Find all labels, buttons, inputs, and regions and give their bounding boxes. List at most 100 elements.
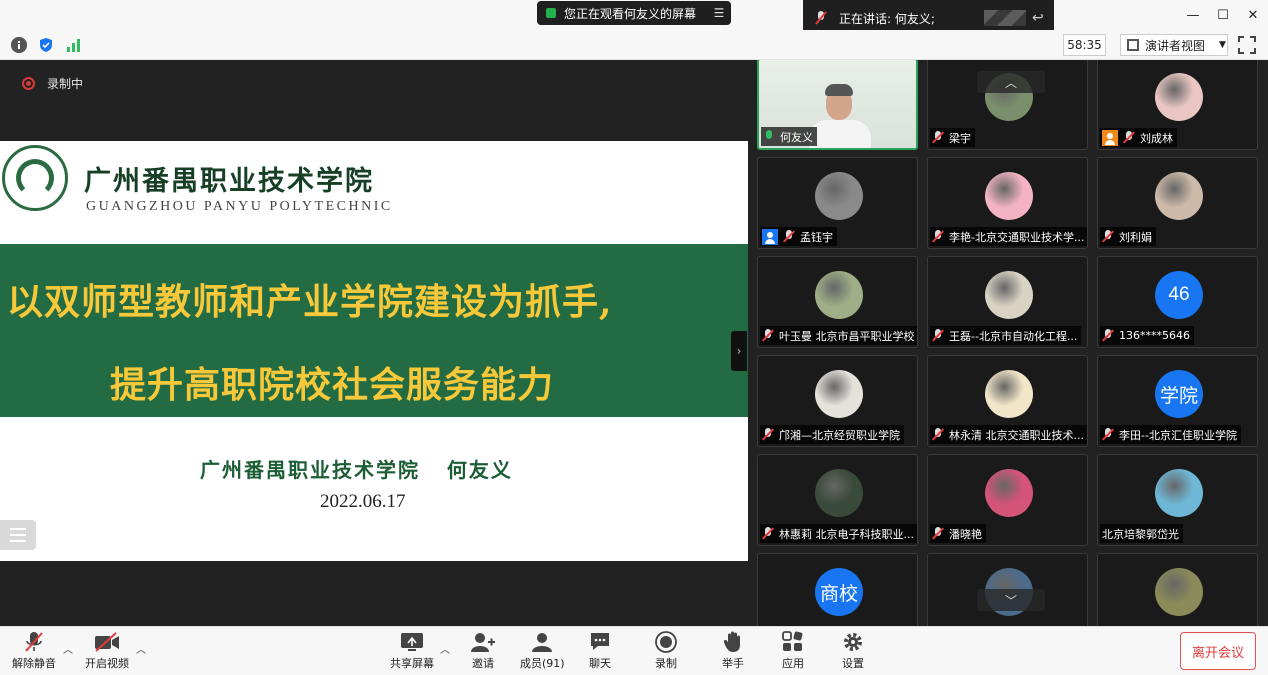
viewing-screen-banner[interactable]: 您正在观看何友义的屏幕 ☰ bbox=[537, 1, 731, 25]
school-name-en: GUANGZHOU PANYU POLYTECHNIC bbox=[86, 199, 393, 214]
mic-off-icon bbox=[24, 629, 44, 655]
participant-tile[interactable]: 北京培黎郭岱光 bbox=[1097, 454, 1258, 546]
apps-icon bbox=[782, 629, 804, 655]
members-button[interactable]: 成员(91) bbox=[520, 629, 565, 671]
participant-tile[interactable]: 叶玉曼 北京市昌平职业学校 bbox=[757, 256, 918, 348]
speaker-view-icon bbox=[1127, 39, 1139, 51]
gallery-scroll-up-icon[interactable]: ︿ bbox=[977, 71, 1045, 93]
mic-off-icon bbox=[932, 428, 944, 441]
participant-namebar: 王磊--北京市自动化工程... bbox=[930, 326, 1082, 345]
fullscreen-icon[interactable] bbox=[1238, 36, 1256, 54]
mic-off-icon bbox=[815, 11, 827, 25]
share-screen-button[interactable]: 共享屏幕 bbox=[390, 629, 434, 671]
participant-name: 孟钰宇 bbox=[800, 230, 833, 244]
mic-off-icon bbox=[932, 527, 944, 540]
participant-tile[interactable]: 商校 bbox=[757, 553, 918, 626]
participant-name: 邝湘—北京经贸职业学院 bbox=[779, 428, 900, 442]
annotation-menu-icon[interactable] bbox=[0, 520, 36, 550]
view-mode-dropdown[interactable]: 演讲者视图 ▼ bbox=[1120, 34, 1228, 56]
raise-hand-button[interactable]: 举手 bbox=[722, 629, 744, 671]
chat-button[interactable]: 聊天 bbox=[589, 629, 611, 671]
participant-name: 刘成林 bbox=[1140, 131, 1173, 145]
mic-off-icon bbox=[1102, 428, 1114, 441]
participant-namebar: 136****5646 bbox=[1100, 326, 1194, 345]
speaker-pattern-icon bbox=[984, 10, 1026, 26]
participant-tile[interactable]: 何友义 bbox=[757, 60, 918, 150]
participant-tile[interactable] bbox=[1097, 553, 1258, 626]
signal-icon[interactable] bbox=[66, 37, 82, 53]
share-indicator-icon bbox=[546, 8, 556, 18]
leave-meeting-button[interactable]: 离开会议 bbox=[1180, 632, 1256, 670]
participant-name: 李田--北京汇佳职业学院 bbox=[1119, 428, 1237, 442]
participant-name: 王磊--北京市自动化工程... bbox=[949, 329, 1078, 343]
mic-off-icon bbox=[762, 428, 774, 441]
participant-namebar: 邝湘—北京经贸职业学院 bbox=[760, 425, 904, 444]
participant-avatar bbox=[1155, 568, 1203, 616]
invite-button[interactable]: 邀请 bbox=[471, 629, 495, 671]
meeting-controls-bar: 解除静音 ︿ 开启视频 ︿ 共享屏幕 ︿ 邀请 成员(91) 聊天 录制 举手 … bbox=[0, 626, 1268, 675]
participant-avatar: 46 bbox=[1155, 271, 1203, 319]
shield-icon[interactable] bbox=[38, 37, 54, 53]
user-icon bbox=[762, 228, 778, 245]
participant-name: 潘晓艳 bbox=[949, 527, 982, 541]
back-arrow-icon[interactable]: ↩ bbox=[1032, 10, 1054, 26]
presentation-slide: 广州番禺职业技术学院 GUANGZHOU PANYU POLYTECHNIC 以… bbox=[0, 141, 748, 561]
close-icon[interactable]: ✕ bbox=[1238, 0, 1268, 30]
chat-label: 聊天 bbox=[589, 657, 611, 670]
video-options-caret-icon[interactable]: ︿ bbox=[136, 641, 146, 656]
participant-avatar bbox=[985, 469, 1033, 517]
start-video-button[interactable]: 开启视频 bbox=[85, 629, 129, 671]
participant-tile[interactable]: 李艳-北京交通职业技术学... bbox=[927, 157, 1088, 249]
mic-off-icon bbox=[1123, 131, 1135, 144]
chat-icon bbox=[589, 629, 611, 655]
participant-namebar: 叶玉曼 北京市昌平职业学校 bbox=[760, 326, 917, 345]
mic-off-icon bbox=[932, 131, 944, 144]
participant-namebar: 刘利娟 bbox=[1100, 227, 1156, 246]
participant-avatar bbox=[815, 469, 863, 517]
slide-headline-line2: 提升高职院校社会服务能力 bbox=[110, 364, 555, 406]
participant-avatar: 商校 bbox=[815, 568, 863, 616]
share-options-caret-icon[interactable]: ︿ bbox=[440, 641, 450, 656]
record-dot-icon bbox=[22, 77, 35, 90]
participant-avatar: 学院 bbox=[1155, 370, 1203, 418]
info-icon[interactable] bbox=[11, 37, 27, 53]
slide-author: 广州番禺职业技术学院 何友义 bbox=[200, 458, 513, 482]
members-label: 成员(91) bbox=[520, 657, 565, 670]
unmute-button[interactable]: 解除静音 bbox=[12, 629, 56, 671]
participant-tile[interactable]: 林惠莉 北京电子科技职业... bbox=[757, 454, 918, 546]
collapse-gallery-icon[interactable]: › bbox=[731, 331, 747, 371]
participant-namebar: 李田--北京汇佳职业学院 bbox=[1100, 425, 1241, 444]
recording-label: 录制中 bbox=[47, 77, 84, 91]
mic-off-icon bbox=[932, 329, 944, 342]
view-mode-label: 演讲者视图 bbox=[1145, 38, 1206, 53]
school-logo bbox=[2, 145, 68, 211]
participant-name: 林永清 北京交通职业技术... bbox=[949, 428, 1084, 442]
meeting-timer: 58:35 bbox=[1063, 34, 1106, 56]
participant-tile[interactable]: 刘成林 bbox=[1097, 60, 1258, 150]
apps-button[interactable]: 应用 bbox=[782, 629, 804, 671]
participant-tile[interactable]: 王磊--北京市自动化工程... bbox=[927, 256, 1088, 348]
dropdown-caret-icon: ▼ bbox=[1219, 40, 1226, 50]
gallery-scroll-down-icon[interactable]: ﹀ bbox=[977, 589, 1045, 611]
participant-namebar: 梁宇 bbox=[930, 128, 975, 147]
maximize-icon[interactable]: ☐ bbox=[1208, 0, 1238, 30]
participant-avatar bbox=[1155, 469, 1203, 517]
minimize-icon[interactable]: — bbox=[1178, 0, 1208, 30]
audio-options-caret-icon[interactable]: ︿ bbox=[63, 641, 73, 656]
settings-label: 设置 bbox=[842, 657, 864, 670]
participant-tile[interactable]: 学院李田--北京汇佳职业学院 bbox=[1097, 355, 1258, 447]
mic-off-icon bbox=[783, 230, 795, 243]
participant-avatar bbox=[1155, 172, 1203, 220]
participant-tile[interactable]: 潘晓艳 bbox=[927, 454, 1088, 546]
participant-tile[interactable]: 孟钰宇 bbox=[757, 157, 918, 249]
settings-button[interactable]: 设置 bbox=[842, 629, 864, 671]
record-button[interactable]: 录制 bbox=[655, 629, 677, 671]
participant-tile[interactable]: 邝湘—北京经贸职业学院 bbox=[757, 355, 918, 447]
participant-tile[interactable]: 林永清 北京交通职业技术... bbox=[927, 355, 1088, 447]
recording-indicator[interactable]: 录制中 bbox=[22, 75, 83, 92]
view-options-menu-icon[interactable]: ☰ bbox=[707, 6, 731, 20]
invite-label: 邀请 bbox=[472, 657, 494, 670]
participant-namebar: 潘晓艳 bbox=[930, 524, 986, 543]
participant-tile[interactable]: 刘利娟 bbox=[1097, 157, 1258, 249]
participant-tile[interactable]: 46 136****5646 bbox=[1097, 256, 1258, 348]
